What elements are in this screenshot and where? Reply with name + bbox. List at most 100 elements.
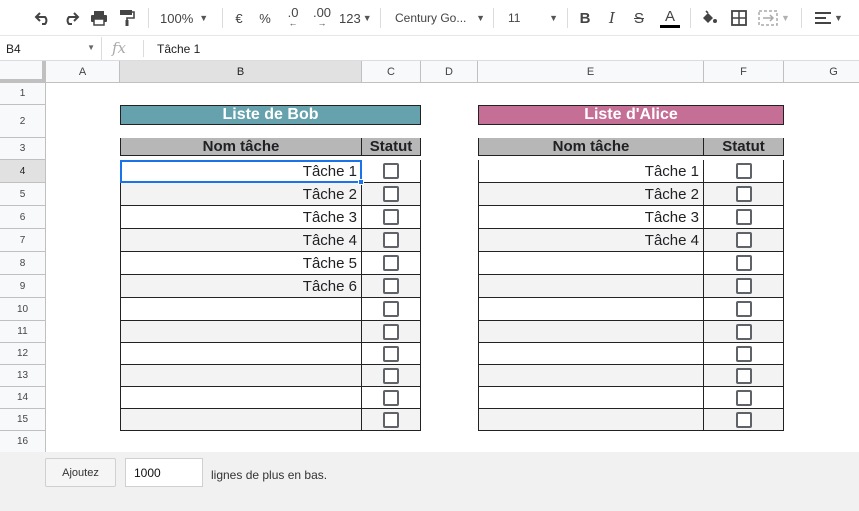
undo-icon[interactable] [32, 6, 54, 30]
row-header-15[interactable]: 15 [0, 409, 46, 431]
row-header-3[interactable]: 3 [0, 138, 46, 160]
alice-task-cell[interactable]: Tâche 3 [478, 206, 704, 229]
alice-task-cell[interactable] [478, 343, 704, 365]
zoom-select[interactable]: 100% ▼ [160, 6, 214, 30]
select-all-corner[interactable] [0, 61, 46, 83]
row-header-14[interactable]: 14 [0, 387, 46, 409]
row-header-4[interactable]: 4 [0, 160, 46, 183]
row-header-11[interactable]: 11 [0, 321, 46, 343]
bob-task-cell[interactable]: Tâche 1 [120, 160, 362, 183]
bob-task-cell[interactable]: Tâche 4 [120, 229, 362, 252]
bob-task-cell[interactable] [120, 321, 362, 343]
redo-icon[interactable] [60, 6, 82, 30]
bob-task-cell[interactable] [120, 298, 362, 321]
formula-input[interactable]: Tâche 1 [157, 42, 200, 56]
checkbox[interactable] [735, 323, 752, 340]
checkbox[interactable] [383, 232, 399, 248]
alice-task-cell[interactable] [478, 321, 704, 343]
bob-task-cell[interactable] [120, 387, 362, 409]
checkbox[interactable] [383, 209, 399, 225]
borders-icon[interactable] [728, 6, 750, 30]
checkbox[interactable] [383, 323, 399, 340]
checkbox[interactable] [735, 255, 752, 271]
fill-color-icon[interactable] [698, 6, 720, 30]
row-header-6[interactable]: 6 [0, 206, 46, 229]
row-header-1[interactable]: 1 [0, 83, 46, 105]
bob-header-status[interactable]: Statut [362, 138, 421, 156]
alice-task-cell[interactable] [478, 387, 704, 409]
bob-header-name[interactable]: Nom tâche [120, 138, 362, 156]
column-header-b[interactable]: B [120, 61, 362, 83]
percent-button[interactable]: % [256, 6, 274, 30]
row-header-10[interactable]: 10 [0, 298, 46, 321]
row-header-16[interactable]: 16 [0, 431, 46, 453]
column-header-c[interactable]: C [362, 61, 421, 83]
column-header-g[interactable]: G [784, 61, 859, 83]
checkbox[interactable] [383, 301, 399, 317]
checkbox[interactable] [735, 389, 752, 406]
text-color-button[interactable]: A [659, 6, 681, 30]
column-header-d[interactable]: D [421, 61, 478, 83]
checkbox[interactable] [383, 389, 399, 406]
checkbox[interactable] [735, 301, 752, 317]
alice-task-cell[interactable] [478, 298, 704, 321]
alice-header-status[interactable]: Statut [704, 138, 784, 156]
checkbox[interactable] [383, 186, 399, 202]
alice-task-cell[interactable] [478, 365, 704, 387]
checkbox[interactable] [735, 209, 752, 225]
merge-cells-icon[interactable]: ▼ [757, 6, 791, 30]
row-header-13[interactable]: 13 [0, 365, 46, 387]
checkbox[interactable] [735, 163, 752, 179]
number-format-select[interactable]: 123 ▼ [339, 6, 373, 30]
checkbox[interactable] [735, 232, 752, 248]
row-header-7[interactable]: 7 [0, 229, 46, 252]
add-rows-button[interactable]: Ajoutez [45, 458, 116, 487]
row-header-8[interactable]: 8 [0, 252, 46, 275]
checkbox[interactable] [735, 367, 752, 384]
column-header-a[interactable]: A [46, 61, 120, 83]
alice-header-name[interactable]: Nom tâche [478, 138, 704, 156]
checkbox[interactable] [735, 278, 752, 294]
alice-task-cell[interactable]: Tâche 1 [478, 160, 704, 183]
decrease-decimal-button[interactable]: .0 ← [282, 6, 304, 30]
bob-task-cell[interactable] [120, 409, 362, 431]
row-header-2[interactable]: 2 [0, 105, 46, 138]
currency-button[interactable]: € [230, 6, 248, 30]
row-header-12[interactable]: 12 [0, 343, 46, 365]
checkbox[interactable] [383, 278, 399, 294]
bold-button[interactable]: B [576, 6, 594, 30]
column-header-e[interactable]: E [478, 61, 704, 83]
font-size-select[interactable]: 11 ▼ [508, 6, 558, 30]
checkbox[interactable] [383, 367, 399, 384]
name-box[interactable]: B4 ▼ [0, 37, 102, 60]
column-header-f[interactable]: F [704, 61, 784, 83]
increase-decimal-button[interactable]: .00 → [310, 6, 334, 30]
alice-task-cell[interactable] [478, 275, 704, 298]
bob-task-cell[interactable]: Tâche 6 [120, 275, 362, 298]
print-icon[interactable] [88, 6, 110, 30]
alice-task-cell[interactable]: Tâche 4 [478, 229, 704, 252]
alice-task-cell[interactable]: Tâche 2 [478, 183, 704, 206]
align-horizontal-icon[interactable]: ▼ [812, 6, 846, 30]
alice-task-cell[interactable] [478, 252, 704, 275]
fill-handle[interactable] [358, 179, 364, 185]
checkbox[interactable] [735, 186, 752, 202]
alice-task-cell[interactable] [478, 409, 704, 431]
bob-task-cell[interactable] [120, 343, 362, 365]
row-header-9[interactable]: 9 [0, 275, 46, 298]
checkbox[interactable] [383, 411, 399, 428]
checkbox[interactable] [383, 345, 399, 362]
bob-task-cell[interactable]: Tâche 2 [120, 183, 362, 206]
bob-task-cell[interactable]: Tâche 3 [120, 206, 362, 229]
checkbox[interactable] [735, 411, 752, 428]
bob-title[interactable]: Liste de Bob [120, 105, 421, 125]
checkbox[interactable] [735, 345, 752, 362]
checkbox[interactable] [383, 255, 399, 271]
alice-title[interactable]: Liste d'Alice [478, 105, 784, 125]
row-header-5[interactable]: 5 [0, 183, 46, 206]
checkbox[interactable] [383, 163, 399, 179]
add-rows-count-input[interactable] [125, 458, 203, 487]
font-family-select[interactable]: Century Go... ▼ [395, 6, 485, 30]
bob-task-cell[interactable]: Tâche 5 [120, 252, 362, 275]
bob-task-cell[interactable] [120, 365, 362, 387]
